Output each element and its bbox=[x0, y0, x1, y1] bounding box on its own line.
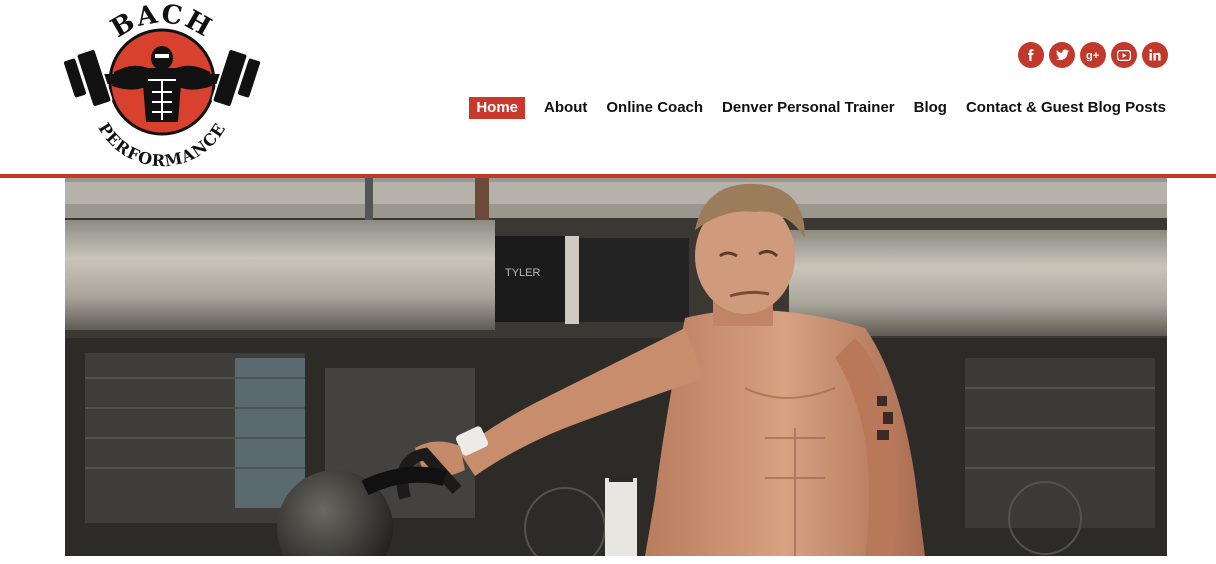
nav-item-about[interactable]: About bbox=[544, 97, 587, 119]
bach-performance-logo[interactable]: BACH PERFORMANCE bbox=[62, 2, 262, 170]
nav-item-home[interactable]: Home bbox=[469, 97, 526, 119]
google-plus-icon[interactable]: g+ bbox=[1080, 42, 1106, 68]
nav-item-contact-guest-blog-posts[interactable]: Contact & Guest Blog Posts bbox=[966, 97, 1166, 119]
logo-graphic: BACH PERFORMANCE bbox=[62, 2, 262, 170]
site-header: BACH PERFORMANCE g+ Home About Online Co… bbox=[0, 0, 1216, 178]
hero-illustration: TYLER bbox=[65, 178, 1167, 556]
nav-item-blog[interactable]: Blog bbox=[914, 97, 947, 119]
twitter-icon[interactable] bbox=[1049, 42, 1075, 68]
social-links: g+ bbox=[1018, 42, 1168, 68]
nav-item-online-coach[interactable]: Online Coach bbox=[606, 97, 703, 119]
hero-image: TYLER bbox=[65, 178, 1167, 556]
svg-text:g+: g+ bbox=[1086, 50, 1099, 61]
linkedin-icon[interactable] bbox=[1142, 42, 1168, 68]
svg-text:TYLER: TYLER bbox=[505, 267, 541, 279]
youtube-icon[interactable] bbox=[1111, 42, 1137, 68]
nav-item-denver-personal-trainer[interactable]: Denver Personal Trainer bbox=[722, 97, 895, 119]
main-nav: Home About Online Coach Denver Personal … bbox=[469, 97, 1166, 119]
facebook-icon[interactable] bbox=[1018, 42, 1044, 68]
